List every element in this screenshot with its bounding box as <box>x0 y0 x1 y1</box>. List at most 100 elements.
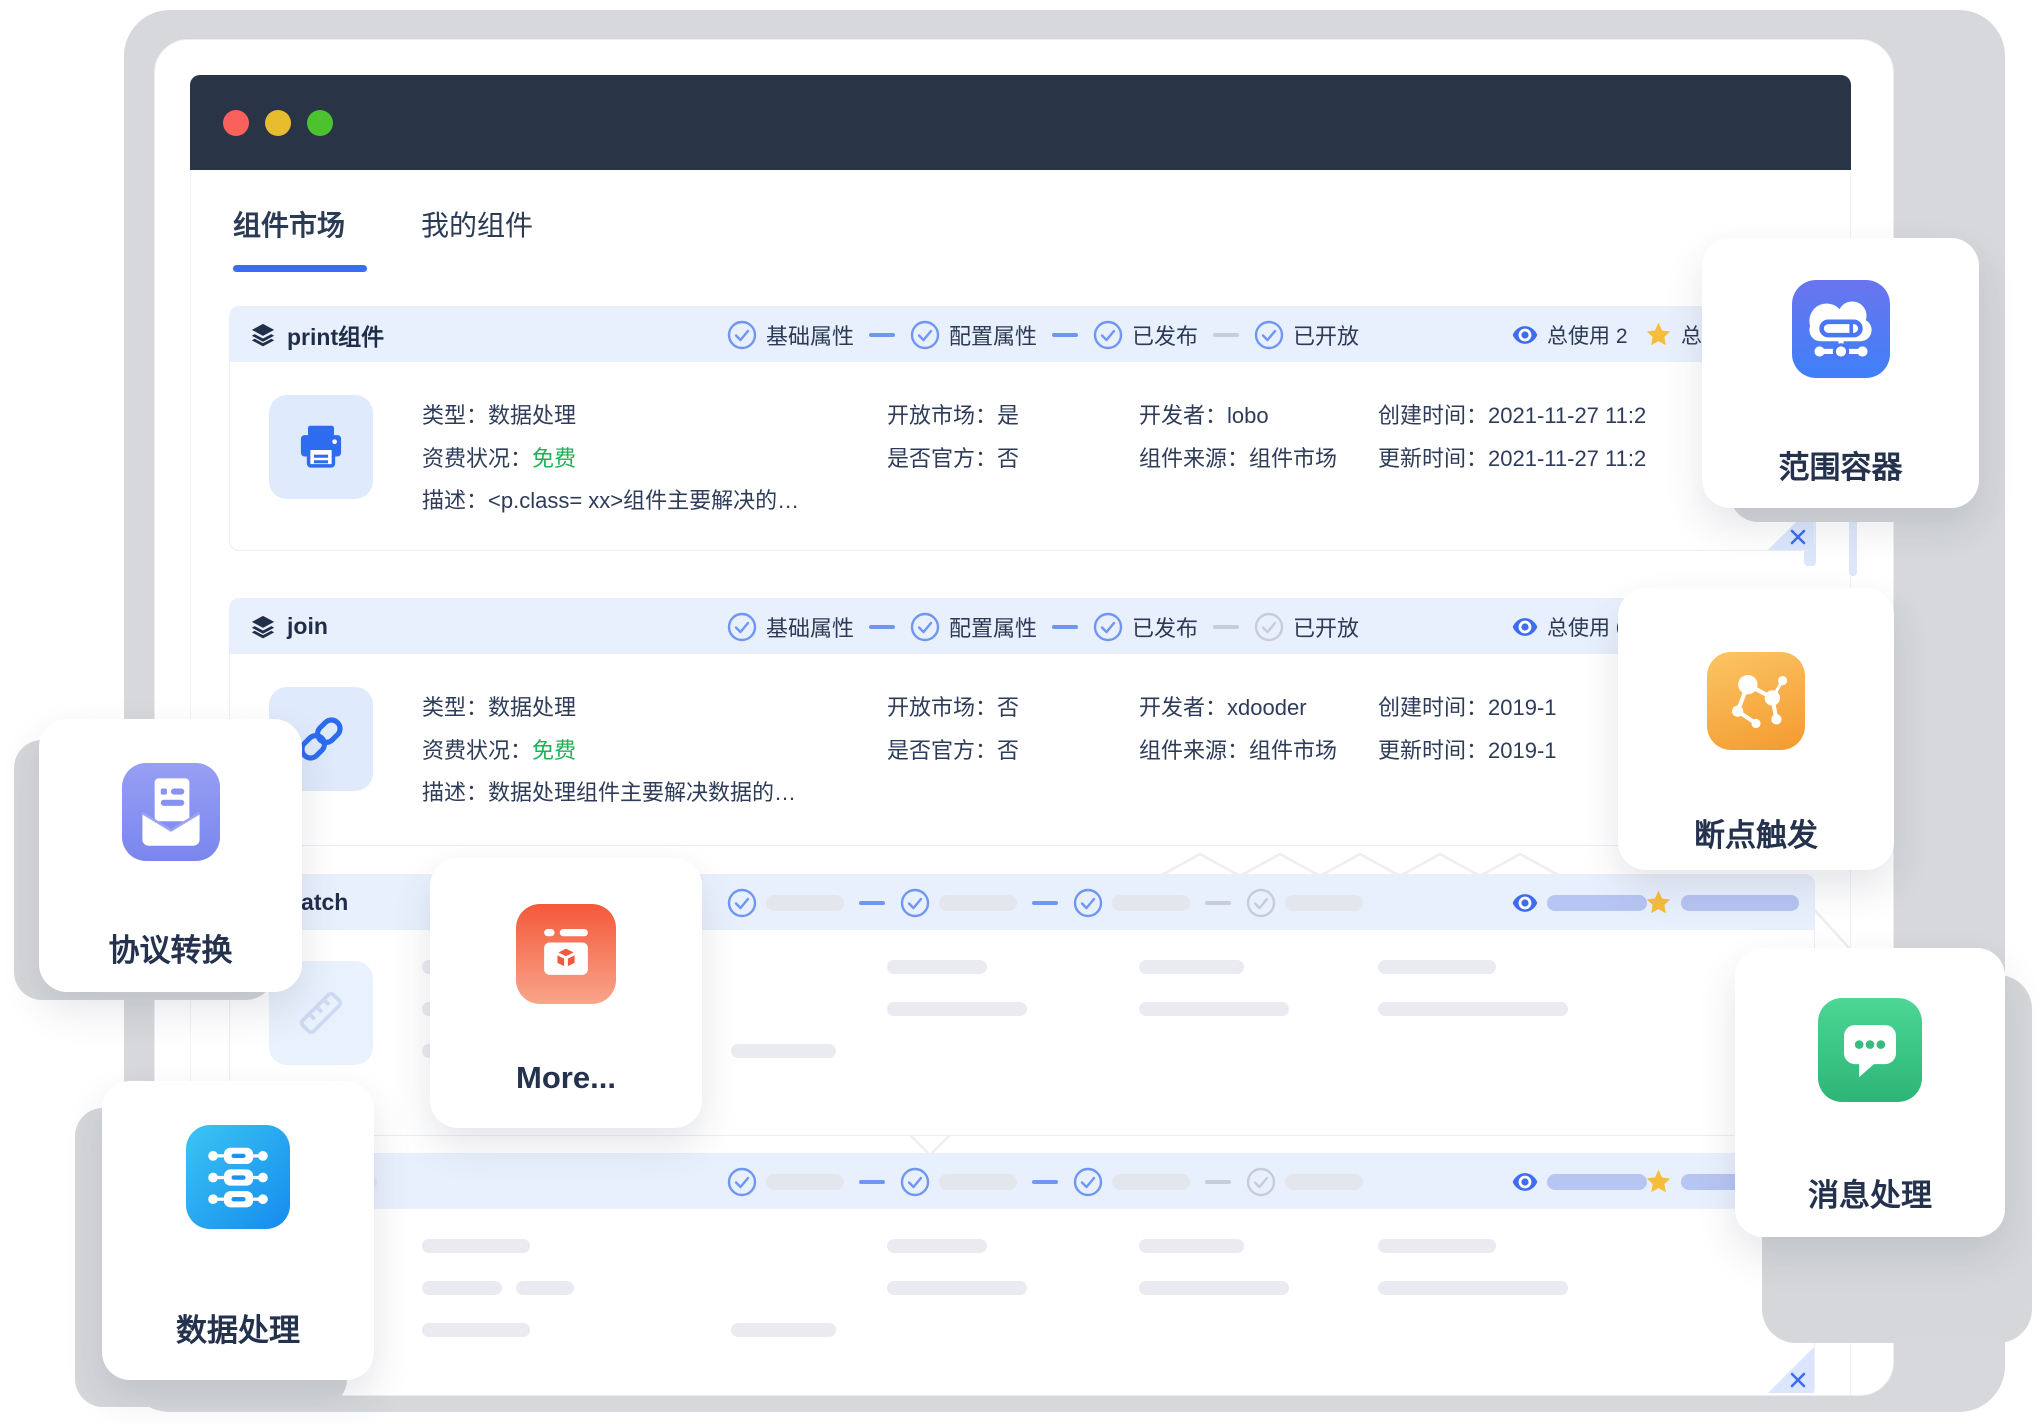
step-label: 已开放 <box>1293 319 1359 351</box>
skeleton-line <box>422 1323 530 1337</box>
floating-card-scope-container[interactable]: 范围容器 <box>1702 238 1979 508</box>
field-created: 创建时间：2021-11-27 11:2 <box>1378 398 1646 430</box>
component-card-skeleton[interactable] <box>229 1153 1815 1396</box>
check-icon <box>910 320 940 350</box>
star-icon <box>1645 889 1672 916</box>
step-connector <box>1205 1180 1231 1184</box>
check-icon <box>1073 888 1103 918</box>
eye-icon <box>1512 1169 1538 1195</box>
check-icon <box>727 612 757 642</box>
step-connector <box>1213 333 1239 337</box>
skeleton-line <box>1378 960 1496 974</box>
card-title: join <box>250 599 328 654</box>
skeleton-line <box>731 1044 836 1058</box>
usage-count: 总使用 6 <box>1547 612 1628 642</box>
skeleton-line <box>1139 960 1244 974</box>
component-card-join[interactable]: join 基础属性 配置属性 已发布 已开放 总使用 <box>229 598 1815 846</box>
step-label: 基础属性 <box>766 611 854 643</box>
field-official: 是否官方：否 <box>887 441 1019 473</box>
ruler-icon <box>293 985 349 1041</box>
card-title-text: print组件 <box>287 318 384 352</box>
step-label-placeholder <box>766 895 844 911</box>
field-type: 类型：数据处理 <box>422 398 576 430</box>
titlebar <box>190 75 1851 170</box>
skeleton-line <box>422 1239 530 1253</box>
field-created: 创建时间：2019-1 <box>1378 690 1557 722</box>
document-envelope-icon <box>122 763 220 861</box>
data-pipeline-icon <box>186 1125 290 1229</box>
check-icon <box>900 888 930 918</box>
rating-placeholder <box>1681 895 1799 911</box>
molecule-icon <box>1707 652 1805 750</box>
printer-icon <box>295 421 347 473</box>
step-label: 基础属性 <box>766 319 854 351</box>
check-icon <box>1246 1167 1276 1197</box>
star-icon <box>1645 1168 1672 1195</box>
field-description: 描述：数据处理组件主要解决数据的… <box>422 775 796 807</box>
field-source: 组件来源：组件市场 <box>1139 733 1337 765</box>
check-icon <box>727 320 757 350</box>
skeleton-line <box>1378 1002 1568 1016</box>
step-connector <box>1032 1180 1058 1184</box>
field-source: 组件来源：组件市场 <box>1139 441 1337 473</box>
step-label: 已发布 <box>1132 611 1198 643</box>
card-title: print组件 <box>250 307 384 362</box>
field-developer: 开发者：xdooder <box>1139 690 1307 722</box>
browser-cube-icon <box>516 904 616 1004</box>
floating-card-data-processing[interactable]: 数据处理 <box>102 1081 374 1380</box>
skeleton-line <box>1378 1239 1496 1253</box>
step-label-placeholder <box>1285 895 1363 911</box>
eye-icon <box>1512 614 1538 640</box>
step-connector <box>1205 901 1231 905</box>
skeleton-line <box>887 1239 987 1253</box>
skeleton-line <box>1139 1239 1244 1253</box>
close-window-button[interactable] <box>223 110 249 136</box>
floating-card-breakpoint-trigger[interactable]: 断点触发 <box>1618 588 1894 870</box>
cloud-network-icon <box>1792 280 1890 378</box>
check-icon <box>1246 888 1276 918</box>
field-fee: 资费状况：免费 <box>422 733 576 765</box>
step-connector <box>1052 625 1078 629</box>
close-icon[interactable] <box>1789 1371 1807 1389</box>
card-header <box>230 1154 1814 1209</box>
skeleton-line <box>1378 1281 1568 1295</box>
floating-card-more[interactable]: More... <box>430 858 702 1128</box>
skeleton-line <box>887 1002 1027 1016</box>
step-connector <box>1213 625 1239 629</box>
check-icon <box>910 612 940 642</box>
layers-icon <box>250 614 276 640</box>
card-header: join 基础属性 配置属性 已发布 已开放 总使用 <box>230 599 1814 654</box>
skeleton-line <box>887 1281 1027 1295</box>
usage-meta <box>1512 875 1647 930</box>
check-icon <box>1254 612 1284 642</box>
field-open-market: 开放市场：否 <box>887 690 1019 722</box>
step-label: 已开放 <box>1293 611 1359 643</box>
field-fee: 资费状况：免费 <box>422 441 576 473</box>
field-updated: 更新时间：2019-1 <box>1378 733 1557 765</box>
floating-card-label: 消息处理 <box>1808 1170 1932 1215</box>
floating-card-protocol-conversion[interactable]: 协议转换 <box>39 719 302 992</box>
progress-steps: 基础属性 配置属性 已发布 已开放 <box>727 599 1359 654</box>
step-connector <box>869 333 895 337</box>
usage-meta: 总使用 6 <box>1512 599 1628 654</box>
step-connector <box>869 625 895 629</box>
step-label-placeholder <box>766 1174 844 1190</box>
skeleton-line <box>887 960 987 974</box>
usage-meta <box>1512 1154 1647 1209</box>
check-icon <box>1254 320 1284 350</box>
step-label: 配置属性 <box>949 319 1037 351</box>
floating-card-message-processing[interactable]: 消息处理 <box>1735 948 2005 1237</box>
check-icon <box>727 1167 757 1197</box>
check-icon <box>1073 1167 1103 1197</box>
floating-card-label: 断点触发 <box>1694 810 1818 855</box>
component-card-print[interactable]: print组件 基础属性 配置属性 已发布 已开放 <box>229 306 1815 551</box>
skeleton-line <box>1139 1281 1289 1295</box>
component-icon-box <box>269 395 373 499</box>
close-icon[interactable] <box>1789 528 1807 546</box>
maximize-window-button[interactable] <box>307 110 333 136</box>
skeleton-line <box>422 1281 502 1295</box>
field-open-market: 开放市场：是 <box>887 398 1019 430</box>
field-type: 类型：数据处理 <box>422 690 576 722</box>
check-icon <box>727 888 757 918</box>
minimize-window-button[interactable] <box>265 110 291 136</box>
